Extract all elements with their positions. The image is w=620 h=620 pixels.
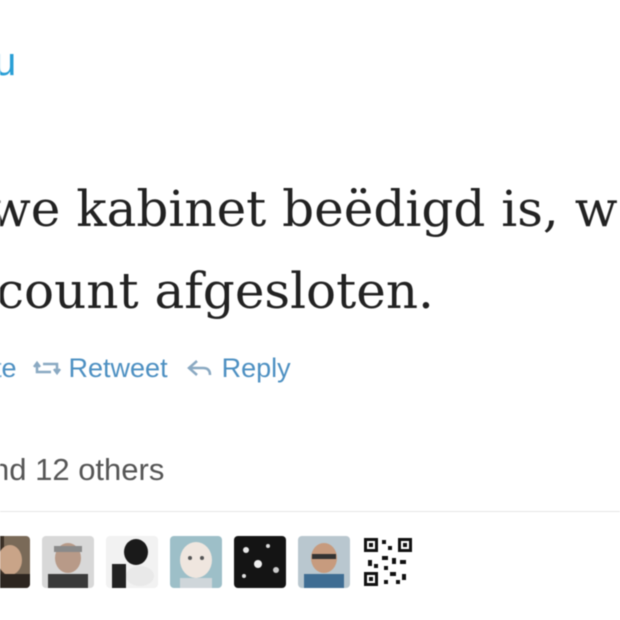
tweet-actions: te Retweet Reply — [0, 350, 291, 386]
retweet-label: Retweet — [68, 352, 168, 383]
favorite-label: te — [0, 352, 17, 383]
qr-code-avatar[interactable] — [362, 536, 414, 588]
retweet-button[interactable]: Retweet — [32, 352, 168, 384]
avatar[interactable] — [0, 536, 30, 588]
reply-button[interactable]: Reply — [186, 353, 291, 384]
tweet-line: we kabinet beëdigd is, w — [0, 180, 618, 238]
reply-label: Reply — [221, 352, 291, 383]
tweet-text: we kabinet beëdigd is, w count afgeslote… — [0, 168, 620, 332]
avatar[interactable] — [298, 536, 350, 588]
qr-code-icon — [362, 536, 414, 588]
favorite-button[interactable]: te — [0, 353, 17, 384]
favorites-summary[interactable]: nd 12 others — [0, 452, 164, 488]
favoriters-avatar-list — [0, 536, 414, 588]
avatar[interactable] — [170, 536, 222, 588]
avatar[interactable] — [42, 536, 94, 588]
avatar[interactable] — [234, 536, 286, 588]
avatar[interactable] — [106, 536, 158, 588]
author-handle[interactable]: u — [0, 42, 16, 82]
tweet-line: count afgesloten. — [0, 262, 434, 320]
reply-icon — [186, 358, 214, 378]
tweet-detail: u we kabinet beëdigd is, w count afgeslo… — [0, 0, 620, 620]
retweet-icon — [32, 358, 61, 378]
divider — [0, 511, 620, 512]
